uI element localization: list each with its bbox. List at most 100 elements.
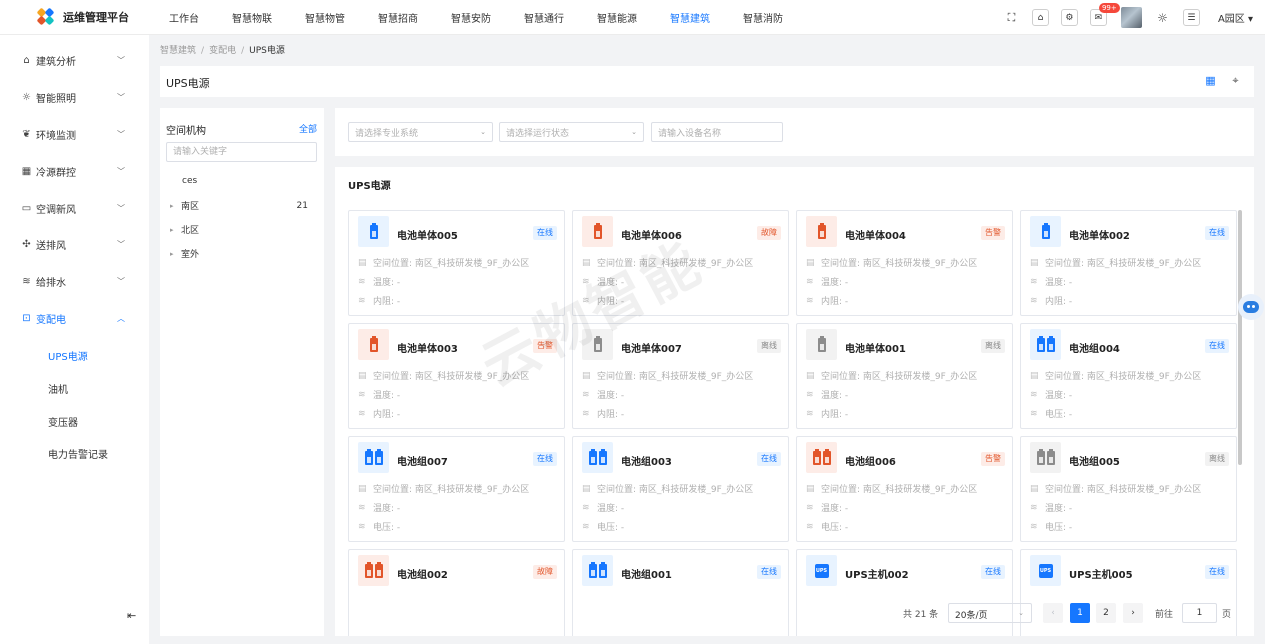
sidebar-sub-item[interactable]: UPS电源 xyxy=(48,348,88,363)
device-card[interactable]: 电池单体005 在线 ▤ 空间位置: 南区_科技研发楼_9F_办公区 ≋ 温度: - ≋ 内阻… xyxy=(348,210,565,316)
device-info-line: ≋ 温度: - xyxy=(1030,501,1072,515)
top-nav-item[interactable]: 工作台 xyxy=(169,10,199,25)
sidebar-item[interactable]: ▦ 冷源群控 ﹀ xyxy=(0,161,149,181)
chevron-down-icon: ﹀ xyxy=(117,203,125,213)
sidebar-item[interactable]: ⊡ 变配电 ︿ xyxy=(0,308,149,328)
logo[interactable]: 运维管理平台 xyxy=(0,7,149,26)
device-card[interactable]: 电池单体004 告警 ▤ 空间位置: 南区_科技研发楼_9F_办公区 ≋ 温度: - ≋ 内阻… xyxy=(796,210,1013,316)
sidebar-sub-item[interactable]: 油机 xyxy=(48,381,68,396)
document-icon[interactable]: ☰ xyxy=(1182,9,1200,26)
top-bar: 运维管理平台 工作台 智慧物联 智慧物管 智慧招商 智慧安防 智慧通行 智慧能源 智慧建筑 智慧… xyxy=(0,0,1265,35)
page-number-button[interactable]: 1 xyxy=(1070,603,1090,623)
device-card[interactable]: 电池组003 在线 ▤ 空间位置: 南区_科技研发楼_9F_办公区 ≋ 温度: - ≋ 电压:… xyxy=(572,436,789,542)
home-icon[interactable]: ⌂ xyxy=(1031,9,1049,26)
page-number-button[interactable]: 2 xyxy=(1096,603,1116,623)
sidebar-item-label: 冷源群控 xyxy=(36,167,76,179)
resistance-icon: ≋ xyxy=(358,521,366,532)
status-select[interactable]: 请选择运行状态 ⌄ xyxy=(499,122,644,142)
device-info-line: ≋ 电压: - xyxy=(806,520,848,534)
sidebar-sub-item[interactable]: 电力告警记录 xyxy=(48,446,108,461)
theme-icon[interactable]: ☼ xyxy=(1154,9,1171,26)
location-icon: ▤ xyxy=(582,483,591,494)
fan-icon: ✣ xyxy=(22,238,31,250)
device-info-line: ▤ 空间位置: 南区_科技研发楼_9F_办公区 xyxy=(358,369,529,383)
expand-arrow-icon[interactable]: ▸ xyxy=(170,202,181,210)
device-card[interactable]: 电池单体002 在线 ▤ 空间位置: 南区_科技研发楼_9F_办公区 ≋ 温度: - ≋ 内阻… xyxy=(1020,210,1237,316)
sidebar-item[interactable]: ▭ 空调新风 ﹀ xyxy=(0,198,149,218)
system-select[interactable]: 请选择专业系统 ⌄ xyxy=(348,122,493,142)
device-info-line: ≋ 内阻: - xyxy=(358,407,400,421)
card-view-icon[interactable]: ▦ xyxy=(1204,74,1217,87)
battery-icon xyxy=(582,216,613,247)
device-info-text: 温度: - xyxy=(821,504,849,514)
chevron-down-icon: ﹀ xyxy=(117,276,125,286)
device-info-text: 内阻: - xyxy=(597,297,625,307)
avatar[interactable] xyxy=(1120,7,1142,28)
breadcrumb-item[interactable]: 变配电 xyxy=(209,46,236,56)
tree-node[interactable]: ▸ 北区 xyxy=(170,223,320,237)
tree-all-link[interactable]: 全部 xyxy=(299,122,317,135)
device-panel: UPS电源 电池单体005 在线 ▤ 空间位置: 南区_科技研发楼_9F_办公区 ≋ 温度… xyxy=(335,167,1254,636)
status-badge: 离线 xyxy=(757,339,781,353)
device-info-line: ≋ 温度: - xyxy=(358,275,401,289)
device-info-line: ≋ 温度: - xyxy=(806,275,848,289)
device-name: 电池组003 xyxy=(621,457,672,468)
device-name-input[interactable]: 请输入设备名称 xyxy=(651,122,783,142)
water-icon: ≋ xyxy=(22,275,31,287)
battery-icon xyxy=(582,329,613,360)
device-info-text: 温度: - xyxy=(373,278,401,288)
goto-page-input[interactable] xyxy=(1182,603,1217,623)
temperature-icon: ≋ xyxy=(1030,276,1038,287)
tree-node[interactable]: ces xyxy=(170,176,320,186)
fullscreen-icon[interactable]: ⛶ xyxy=(1003,9,1020,26)
scrollbar[interactable] xyxy=(1238,210,1242,465)
top-nav-item[interactable]: 智慧安防 xyxy=(451,10,491,25)
device-card[interactable]: 电池单体003 告警 ▤ 空间位置: 南区_科技研发楼_9F_办公区 ≋ 温度: - ≋ 内阻… xyxy=(348,323,565,429)
top-nav-item[interactable]: 智慧能源 xyxy=(597,10,637,25)
sidebar-item[interactable]: ✣ 送排风 ﹀ xyxy=(0,234,149,254)
expand-arrow-icon[interactable]: ▸ xyxy=(170,250,181,258)
device-card[interactable]: 电池组006 告警 ▤ 空间位置: 南区_科技研发楼_9F_办公区 ≋ 温度: - ≋ 电压:… xyxy=(796,436,1013,542)
map-view-icon[interactable]: ⌖ xyxy=(1229,74,1242,87)
device-card[interactable]: 电池单体007 离线 ▤ 空间位置: 南区_科技研发楼_9F_办公区 ≋ 温度: - ≋ 内阻… xyxy=(572,323,789,429)
prev-page-button[interactable]: ‹ xyxy=(1043,603,1063,623)
top-nav-item[interactable]: 智慧建筑 xyxy=(670,10,710,25)
sidebar-item[interactable]: ☼ 智能照明 ﹀ xyxy=(0,87,149,107)
settings-icon[interactable]: ⚙ xyxy=(1060,9,1078,26)
top-nav-item[interactable]: 智慧物联 xyxy=(232,10,272,25)
top-nav-item[interactable]: 智慧物管 xyxy=(305,10,345,25)
device-panel-title: UPS电源 xyxy=(348,181,391,192)
device-card[interactable]: 电池单体006 故障 ▤ 空间位置: 南区_科技研发楼_9F_办公区 ≋ 温度: - ≋ 内阻… xyxy=(572,210,789,316)
top-nav-item[interactable]: 智慧通行 xyxy=(524,10,564,25)
next-page-button[interactable]: › xyxy=(1123,603,1143,623)
sidebar-item[interactable]: ⌂ 建筑分析 ﹀ xyxy=(0,50,149,70)
sidebar-item[interactable]: ≋ 给排水 ﹀ xyxy=(0,271,149,291)
assistant-robot-icon[interactable] xyxy=(1238,294,1264,320)
expand-arrow-icon[interactable]: ▸ xyxy=(170,226,181,234)
device-info-text: 空间位置: 南区_科技研发楼_9F_办公区 xyxy=(597,372,754,382)
device-card[interactable]: 电池单体001 离线 ▤ 空间位置: 南区_科技研发楼_9F_办公区 ≋ 温度: - ≋ 内阻… xyxy=(796,323,1013,429)
device-name: 电池组007 xyxy=(397,457,448,468)
resistance-icon: ≋ xyxy=(582,295,590,306)
page-size-select[interactable]: 20条/页 ⌄ xyxy=(948,603,1032,623)
status-badge: 在线 xyxy=(533,452,557,466)
breadcrumb-item[interactable]: 智慧建筑 xyxy=(160,46,196,56)
top-nav-item[interactable]: 智慧消防 xyxy=(743,10,783,25)
tree-node[interactable]: ▸ 南区 21 xyxy=(170,199,320,213)
sidebar-item[interactable]: ❦ 环境监测 ﹀ xyxy=(0,124,149,144)
device-name: 电池单体002 xyxy=(1069,231,1130,242)
temperature-icon: ≋ xyxy=(358,276,366,287)
resistance-icon: ≋ xyxy=(358,295,366,306)
status-badge: 告警 xyxy=(981,452,1005,466)
tree-node[interactable]: ▸ 室外 xyxy=(170,247,320,261)
device-card[interactable]: 电池组005 离线 ▤ 空间位置: 南区_科技研发楼_9F_办公区 ≋ 温度: - ≋ 电压:… xyxy=(1020,436,1237,542)
user-menu[interactable]: A园区 ▾ xyxy=(1218,10,1253,25)
message-icon[interactable]: ✉ 99+ xyxy=(1089,3,1120,26)
device-card[interactable]: 电池组004 在线 ▤ 空间位置: 南区_科技研发楼_9F_办公区 ≋ 温度: - ≋ 电压:… xyxy=(1020,323,1237,429)
tree-search-input[interactable] xyxy=(166,142,317,162)
sidebar-sub-item[interactable]: 变压器 xyxy=(48,414,78,429)
top-nav-item[interactable]: 智慧招商 xyxy=(378,10,418,25)
device-info-line: ▤ 空间位置: 南区_科技研发楼_9F_办公区 xyxy=(1030,369,1201,383)
device-card[interactable]: 电池组007 在线 ▤ 空间位置: 南区_科技研发楼_9F_办公区 ≋ 温度: - ≋ 电压:… xyxy=(348,436,565,542)
device-info-text: 温度: - xyxy=(1045,391,1073,401)
